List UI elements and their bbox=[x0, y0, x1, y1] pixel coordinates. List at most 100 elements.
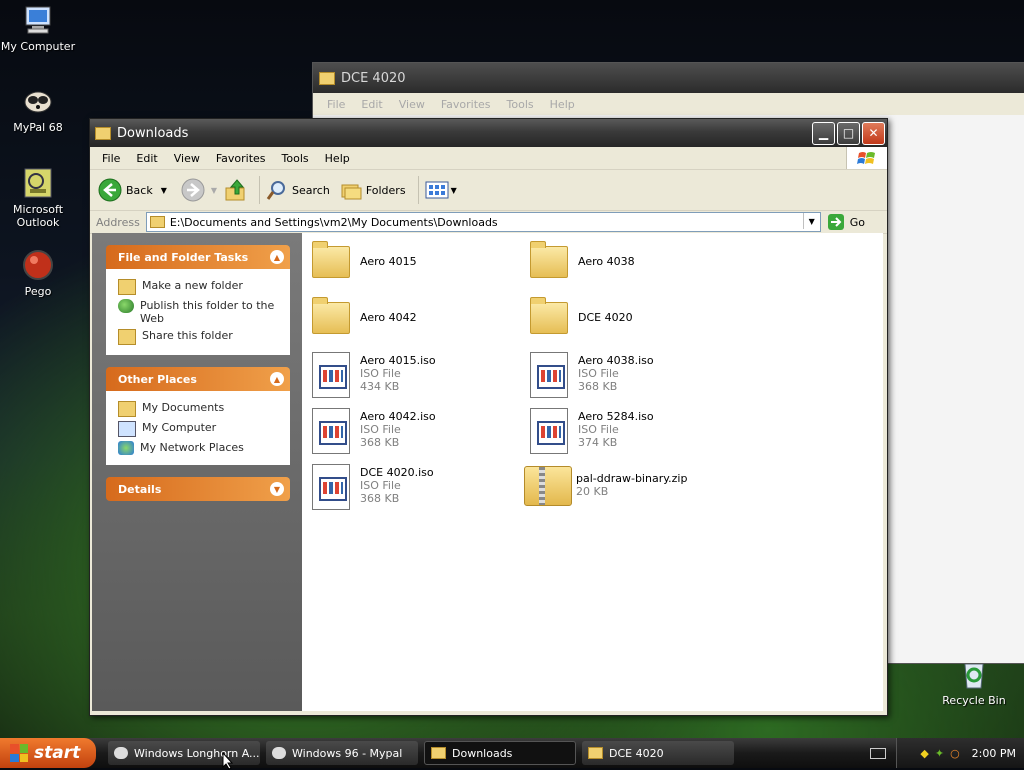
menu-tools[interactable]: Tools bbox=[274, 152, 317, 165]
folder-icon bbox=[528, 238, 570, 284]
desktop-icon-my-computer[interactable]: My Computer bbox=[0, 4, 78, 53]
file-item[interactable]: Aero 4015 bbox=[310, 235, 520, 287]
menu-help[interactable]: Help bbox=[317, 152, 358, 165]
menu-view[interactable]: View bbox=[166, 152, 208, 165]
file-name: Aero 4015 bbox=[360, 254, 417, 268]
address-dropdown-button[interactable]: ▼ bbox=[802, 213, 820, 229]
mypal-icon bbox=[22, 85, 54, 117]
forward-button[interactable]: ▼ bbox=[181, 178, 217, 202]
pego-icon bbox=[22, 249, 54, 281]
folder-icon bbox=[588, 747, 603, 759]
go-label: Go bbox=[849, 215, 865, 229]
file-type: ISO File bbox=[578, 366, 619, 380]
taskbar-button-label: Windows Longhorn A... bbox=[134, 746, 260, 760]
address-input[interactable]: E:\Documents and Settings\vm2\My Documen… bbox=[145, 212, 821, 232]
window-title: Downloads bbox=[117, 125, 189, 141]
close-icon: ✕ bbox=[868, 126, 879, 140]
background-window-titlebar[interactable]: DCE 4020 bbox=[313, 63, 1024, 93]
menu-favorites[interactable]: Favorites bbox=[441, 98, 491, 111]
go-button[interactable]: Go bbox=[827, 213, 865, 231]
menu-file[interactable]: File bbox=[327, 98, 345, 111]
search-button[interactable]: Search bbox=[266, 179, 330, 201]
folder-icon bbox=[528, 294, 570, 340]
clock[interactable]: 2:00 PM bbox=[972, 747, 1016, 760]
toolbar-separator bbox=[417, 176, 419, 204]
mouse-cursor-icon bbox=[222, 752, 234, 770]
desktop-icon-pego[interactable]: Pego bbox=[0, 249, 78, 298]
menu-view[interactable]: View bbox=[399, 98, 425, 111]
menu-favorites[interactable]: Favorites bbox=[208, 152, 274, 165]
taskbar-button[interactable]: DCE 4020 bbox=[582, 741, 734, 765]
up-folder-button[interactable] bbox=[223, 178, 247, 202]
collapse-icon[interactable]: ▲ bbox=[270, 250, 284, 264]
close-button[interactable]: ✕ bbox=[862, 121, 885, 145]
place-my-network-places[interactable]: My Network Places bbox=[118, 441, 280, 455]
other-places-header[interactable]: Other Places ▲ bbox=[106, 367, 290, 391]
maximize-button[interactable]: □ bbox=[837, 121, 860, 145]
file-item[interactable]: Aero 4042 bbox=[310, 291, 520, 343]
menu-help[interactable]: Help bbox=[550, 98, 575, 111]
security-shield-icon[interactable]: ◆ bbox=[920, 747, 928, 760]
menu-edit[interactable]: Edit bbox=[361, 98, 382, 111]
menu-tools[interactable]: Tools bbox=[507, 98, 534, 111]
window-titlebar[interactable]: Downloads ▁ □ ✕ bbox=[90, 119, 887, 147]
explorer-window[interactable]: Downloads ▁ □ ✕ File Edit View Favorites… bbox=[89, 118, 888, 716]
taskbar-button-label: DCE 4020 bbox=[609, 746, 664, 760]
file-item[interactable]: pal-ddraw-binary.zip 20 KB bbox=[524, 459, 734, 511]
folders-button[interactable]: Folders bbox=[340, 179, 406, 201]
menu-edit[interactable]: Edit bbox=[128, 152, 165, 165]
file-folder-tasks-header[interactable]: File and Folder Tasks ▲ bbox=[106, 245, 290, 269]
file-size: 434 KB bbox=[360, 379, 400, 393]
file-item[interactable]: Aero 4038 bbox=[528, 235, 738, 287]
place-my-documents[interactable]: My Documents bbox=[118, 401, 280, 417]
file-item[interactable]: DCE 4020 bbox=[528, 291, 738, 343]
minimize-button[interactable]: ▁ bbox=[812, 121, 835, 145]
collapse-icon[interactable]: ▲ bbox=[270, 372, 284, 386]
menu-file[interactable]: File bbox=[94, 152, 128, 165]
file-item[interactable]: Aero 5284.iso ISO File 374 KB bbox=[528, 403, 738, 455]
file-item[interactable]: DCE 4020.iso ISO File 368 KB bbox=[310, 459, 520, 511]
chevron-down-icon[interactable]: ▼ bbox=[161, 186, 167, 195]
iso-file-icon bbox=[528, 406, 570, 454]
desktop-icon-label: Microsoft Outlook bbox=[12, 203, 64, 229]
new-folder-icon bbox=[118, 279, 136, 295]
back-button[interactable]: Back ▼ bbox=[98, 178, 167, 202]
file-name: DCE 4020 bbox=[578, 310, 633, 324]
task-share-folder[interactable]: Share this folder bbox=[118, 329, 280, 345]
file-item[interactable]: Aero 4015.iso ISO File 434 KB bbox=[310, 347, 520, 399]
file-name: Aero 4015.iso bbox=[360, 353, 436, 367]
maximize-icon: □ bbox=[842, 126, 855, 140]
start-button[interactable]: start bbox=[0, 738, 96, 768]
place-label: My Computer bbox=[142, 421, 217, 434]
panel-body: Make a new folder Publish this folder to… bbox=[106, 269, 290, 355]
place-label: My Documents bbox=[142, 401, 225, 414]
task-make-new-folder[interactable]: Make a new folder bbox=[118, 279, 280, 295]
keyboard-icon[interactable] bbox=[870, 748, 886, 759]
search-icon bbox=[266, 181, 286, 200]
windows-flag-icon bbox=[10, 744, 28, 762]
menubar: File Edit View Favorites Tools Help bbox=[90, 147, 887, 170]
taskbar-button-active[interactable]: Downloads bbox=[424, 741, 576, 765]
desktop-icon-recycle-bin[interactable]: Recycle Bin bbox=[934, 658, 1014, 707]
task-publish-web[interactable]: Publish this folder to the Web bbox=[118, 299, 280, 325]
chevron-down-icon[interactable]: ▼ bbox=[211, 186, 217, 195]
desktop-icon-outlook[interactable]: Microsoft Outlook bbox=[0, 167, 78, 229]
file-item[interactable]: Aero 4038.iso ISO File 368 KB bbox=[528, 347, 738, 399]
views-button[interactable]: ▼ bbox=[425, 180, 457, 200]
file-item[interactable]: Aero 4042.iso ISO File 368 KB bbox=[310, 403, 520, 455]
desktop-icon-mypal[interactable]: MyPal 68 bbox=[0, 85, 78, 134]
search-tray-icon[interactable]: ○ bbox=[950, 747, 960, 760]
details-header[interactable]: Details ▼ bbox=[106, 477, 290, 501]
taskbar-button[interactable]: Windows Longhorn A... bbox=[108, 741, 260, 765]
background-window-menubar: File Edit View Favorites Tools Help bbox=[313, 93, 1024, 115]
computer-icon bbox=[22, 4, 54, 36]
expand-icon[interactable]: ▼ bbox=[270, 482, 284, 496]
file-size: 368 KB bbox=[360, 491, 400, 505]
place-my-computer[interactable]: My Computer bbox=[118, 421, 280, 437]
details-panel: Details ▼ bbox=[106, 477, 290, 501]
taskbar-button[interactable]: Windows 96 - Mypal bbox=[266, 741, 418, 765]
other-places-panel: Other Places ▲ My Documents My Computer … bbox=[106, 367, 290, 465]
file-type: ISO File bbox=[578, 422, 619, 436]
network-tray-icon[interactable]: ✦ bbox=[935, 747, 944, 760]
zip-file-icon bbox=[524, 462, 572, 508]
